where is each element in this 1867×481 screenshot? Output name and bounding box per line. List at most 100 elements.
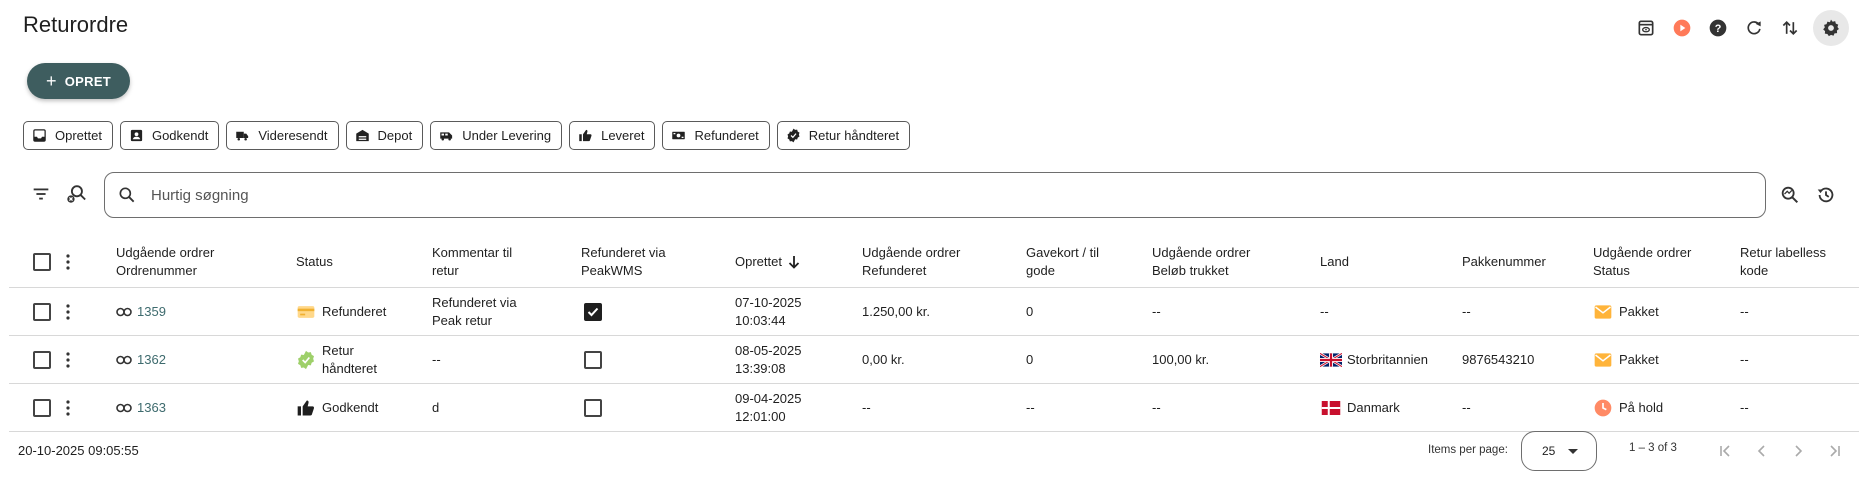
column-header-gavekort[interactable]: Gavekort / til gode	[1026, 236, 1116, 287]
verified-green-icon	[298, 350, 314, 369]
outgoing-status: Pakket	[1593, 336, 1659, 383]
outgoing-status: På hold	[1593, 384, 1663, 431]
warehouse-icon	[355, 129, 369, 142]
verified-icon	[787, 128, 800, 143]
last-page-icon[interactable]	[1823, 440, 1845, 462]
returns-table: Udgående ordrer Ordrenummer Status Komme…	[9, 236, 1859, 432]
comment: --	[432, 351, 441, 367]
inbox-icon	[33, 129, 46, 142]
toolbar: ?	[1633, 10, 1849, 46]
column-header-status[interactable]: Status	[296, 236, 333, 287]
items-per-page-select[interactable]: 25	[1521, 431, 1597, 471]
refunded-via-peak-checkbox[interactable]	[584, 302, 602, 321]
help-icon[interactable]: ?	[1705, 15, 1731, 41]
link-icon	[116, 355, 132, 364]
column-header-ordernummer[interactable]: Udgående ordrer Ordrenummer	[116, 236, 246, 287]
status-filter-chips: Oprettet Godkendt Videresendt Depot Unde…	[23, 121, 911, 150]
chip-videresendt[interactable]: Videresendt	[226, 121, 339, 150]
cash-icon	[672, 131, 686, 140]
chip-label: Under Levering	[462, 128, 552, 143]
badge-icon	[130, 129, 143, 142]
settings-icon[interactable]	[1813, 10, 1849, 46]
refund-card-icon	[297, 305, 315, 318]
chip-label: Depot	[377, 128, 413, 143]
create-button[interactable]: + OPRET	[27, 63, 130, 99]
uk-flag-icon	[1320, 352, 1342, 367]
table-row[interactable]: 1362 Retur håndteret -- 08-05-2025 13:39…	[9, 336, 1859, 384]
column-header-labelless[interactable]: Retur labelless kode	[1740, 236, 1840, 287]
last-updated-timestamp: 20-10-2025 09:05:55	[18, 443, 139, 458]
next-page-icon[interactable]	[1787, 440, 1809, 462]
order-link[interactable]: 1359	[116, 288, 166, 335]
created: 07-10-2025 10:03:44	[735, 294, 802, 328]
amount-deducted: --	[1152, 399, 1161, 415]
outgoing-status-label: På hold	[1619, 399, 1664, 415]
refunded-via-peak-checkbox[interactable]	[584, 398, 602, 417]
row-menu-icon[interactable]	[59, 351, 77, 369]
column-header-kommentar[interactable]: Kommentar til retur	[432, 236, 532, 287]
package-number: --	[1462, 399, 1471, 415]
items-per-page-value: 25	[1542, 444, 1556, 458]
package-number: 9876543210	[1462, 351, 1535, 367]
country: Danmark	[1347, 399, 1400, 415]
table-row[interactable]: 1363 Godkendt d 09-04-2025 12:01:00 -- -…	[9, 384, 1859, 432]
status-cell: Godkendt	[296, 384, 378, 431]
history-icon[interactable]	[1815, 184, 1837, 206]
select-all-checkbox[interactable]	[33, 252, 51, 271]
column-header-udgaende-refunderet[interactable]: Udgående ordrer Refunderet	[862, 236, 982, 287]
package-number: --	[1462, 303, 1471, 319]
column-header-pakkenummer[interactable]: Pakkenummer	[1462, 236, 1546, 287]
link-icon	[116, 403, 132, 412]
previous-page-icon[interactable]	[1751, 440, 1773, 462]
search-icon	[119, 187, 135, 203]
column-header-oprettet[interactable]: Oprettet	[735, 236, 800, 287]
column-header-belob[interactable]: Udgående ordrer Beløb trukket	[1152, 236, 1272, 287]
order-number: 1362	[137, 351, 166, 367]
play-icon[interactable]	[1669, 15, 1695, 41]
denmark-flag-icon	[1321, 400, 1341, 415]
chip-godkendt[interactable]: Godkendt	[119, 121, 220, 150]
row-checkbox[interactable]	[33, 302, 51, 321]
chip-under-levering[interactable]: Under Levering	[430, 121, 563, 150]
chip-refunderet[interactable]: Refunderet	[662, 121, 770, 150]
row-menu-icon[interactable]	[59, 399, 77, 417]
chip-depot[interactable]: Depot	[345, 121, 424, 150]
refunded-amount: 1.250,00 kr.	[862, 303, 930, 319]
table-row[interactable]: 1359 Refunderet Refunderet via Peak retu…	[9, 288, 1859, 336]
column-header-refunderet-via[interactable]: Refunderet via PeakWMS	[581, 236, 681, 287]
order-link[interactable]: 1362	[116, 336, 166, 383]
chip-label: Retur håndteret	[808, 128, 900, 143]
advanced-search-icon[interactable]	[1779, 184, 1801, 206]
search-input[interactable]	[151, 186, 1651, 204]
refunded-via-peak-checkbox[interactable]	[584, 350, 602, 369]
first-page-icon[interactable]	[1715, 440, 1737, 462]
row-checkbox[interactable]	[33, 350, 51, 369]
order-number: 1363	[137, 399, 166, 415]
status-cell: Retur håndteret	[296, 336, 382, 383]
header-menu-icon[interactable]	[59, 253, 77, 271]
column-header-oprettet-label: Oprettet	[735, 253, 782, 269]
chip-retur-handteret[interactable]: Retur håndteret	[776, 121, 911, 150]
sort-arrows-icon[interactable]	[1777, 15, 1803, 41]
row-menu-icon[interactable]	[59, 303, 77, 321]
column-header-land[interactable]: Land	[1320, 236, 1349, 287]
clear-search-filter-icon[interactable]	[65, 183, 87, 205]
labelless-code: --	[1740, 399, 1749, 415]
thumb-up-icon	[579, 129, 592, 142]
row-checkbox[interactable]	[33, 398, 51, 417]
refresh-icon[interactable]	[1741, 15, 1767, 41]
chip-label: Leveret	[601, 128, 645, 143]
giftcard: --	[1026, 399, 1035, 415]
chip-oprettet[interactable]: Oprettet	[23, 121, 113, 150]
created: 08-05-2025 13:39:08	[735, 342, 802, 376]
country-cell: Storbritannien	[1320, 336, 1428, 383]
pagination-range: 1 – 3 of 3	[1629, 442, 1677, 454]
preview-icon[interactable]	[1633, 15, 1659, 41]
outgoing-status-label: Pakket	[1619, 351, 1659, 367]
column-header-udgaende-status[interactable]: Udgående ordrer Status	[1593, 236, 1713, 287]
filter-icon[interactable]	[30, 183, 52, 205]
order-link[interactable]: 1363	[116, 384, 166, 431]
country: Storbritannien	[1347, 351, 1428, 367]
chip-leveret[interactable]: Leveret	[569, 121, 656, 150]
chevron-down-icon	[1568, 449, 1578, 454]
